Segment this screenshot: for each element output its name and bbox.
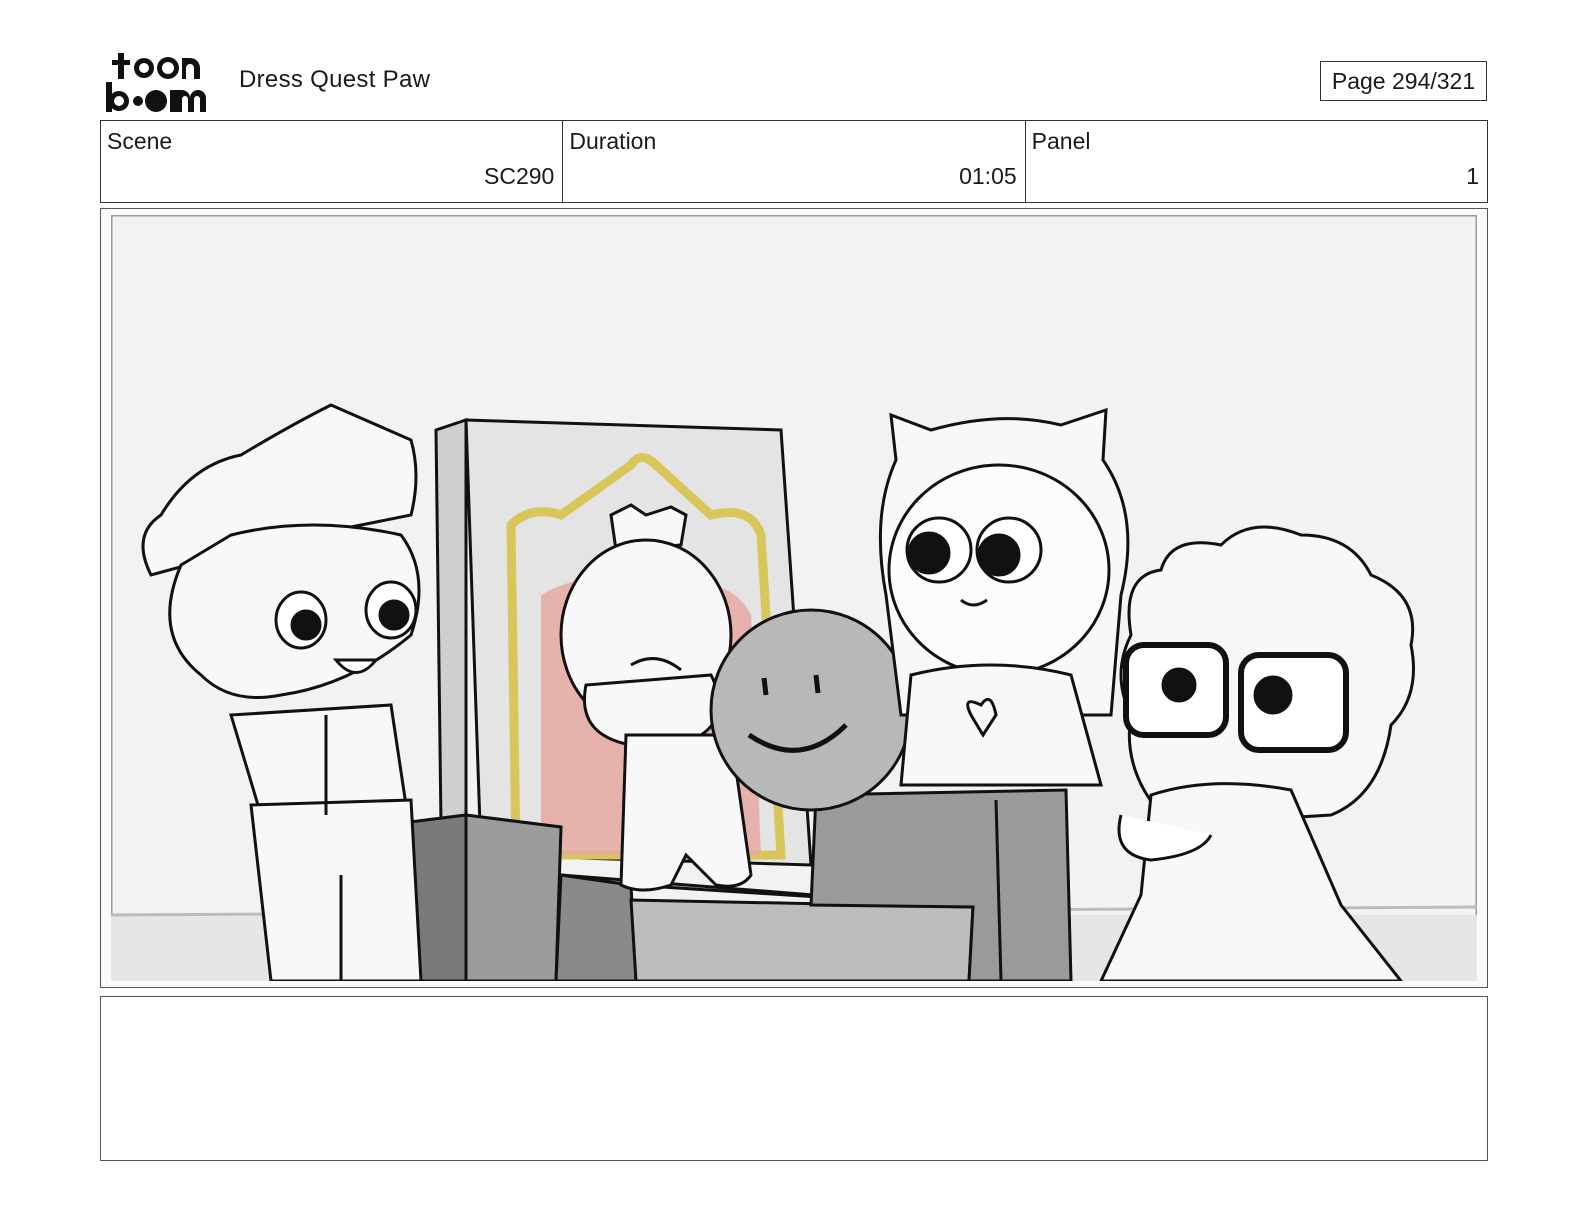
page-indicator: Page 294/321	[1320, 61, 1487, 101]
storyboard-panel	[100, 208, 1488, 988]
scene-info-table: Scene SC290 Duration 01:05 Panel 1	[100, 120, 1488, 203]
notes-area	[100, 996, 1488, 1161]
project-title: Dress Quest Paw	[239, 66, 431, 93]
panel-value: 1	[1466, 163, 1479, 189]
scene-value: SC290	[484, 163, 555, 189]
smiley-ball	[709, 608, 913, 812]
scene-cell: Scene SC290	[101, 121, 564, 202]
duration-cell: Duration 01:05	[563, 121, 1026, 202]
duration-label: Duration	[569, 128, 657, 154]
toonboom-logo	[106, 53, 206, 112]
panel-label: Panel	[1031, 128, 1091, 154]
panel-cell: Panel 1	[1026, 121, 1487, 202]
scene-label: Scene	[107, 128, 173, 154]
storyboard-drawing	[111, 215, 1477, 981]
duration-value: 01:05	[959, 163, 1017, 189]
